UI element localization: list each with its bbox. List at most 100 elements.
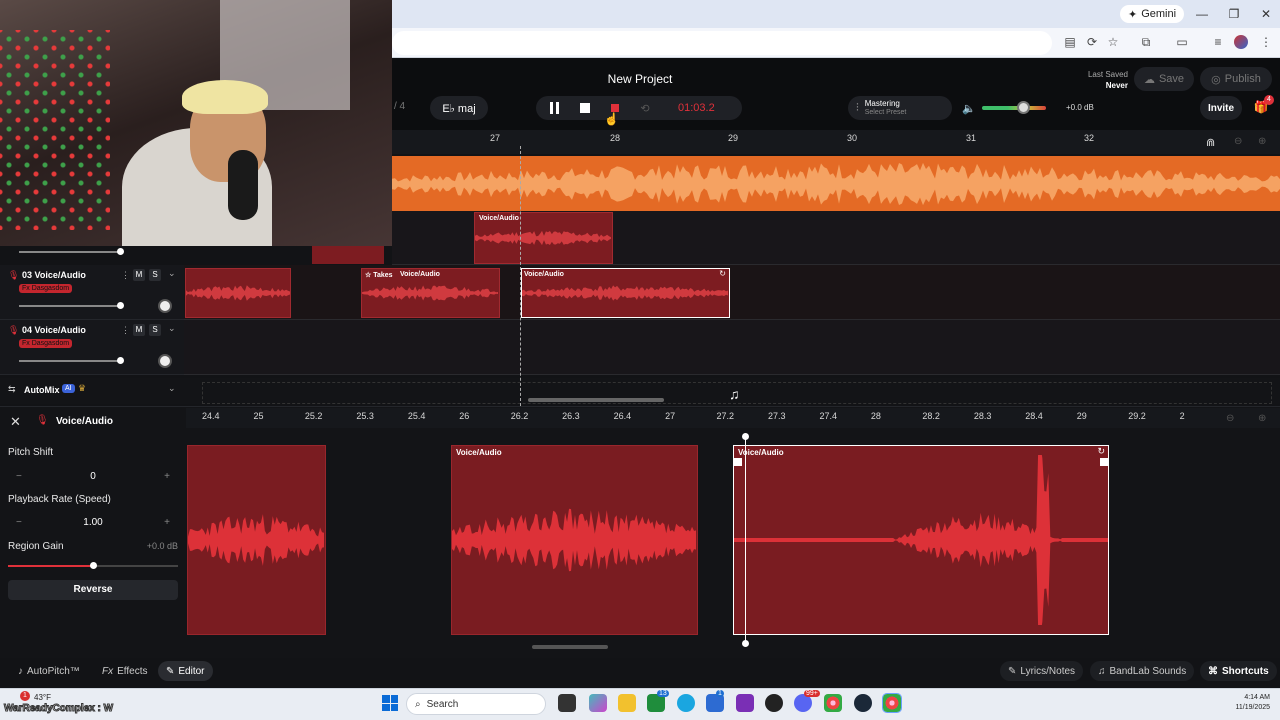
- shortcuts-button[interactable]: ⌘ Shortcuts: [1200, 661, 1277, 681]
- track-name[interactable]: 03 Voice/Audio: [22, 270, 86, 280]
- pause-button[interactable]: [544, 97, 566, 119]
- close-window-button[interactable]: ✕: [1254, 5, 1278, 23]
- solo-button[interactable]: S: [149, 269, 161, 281]
- takes-region[interactable]: ☆ Takes Voice/Audio: [361, 268, 500, 318]
- bandlab-sounds-button[interactable]: ♫ BandLab Sounds: [1090, 661, 1195, 681]
- chevron-down-icon[interactable]: ⌄: [168, 268, 176, 279]
- file-explorer-icon[interactable]: [618, 694, 636, 712]
- track-2-region-stub[interactable]: [312, 246, 384, 264]
- selected-editor-region[interactable]: Voice/Audio ↻: [733, 445, 1109, 635]
- pan-knob[interactable]: [158, 299, 172, 313]
- pitch-shift-stepper[interactable]: − 0 +: [8, 466, 178, 486]
- screenshot-icon[interactable]: ⟳: [1084, 34, 1100, 50]
- region-gain-handle[interactable]: [90, 562, 97, 569]
- publish-button[interactable]: ◎ Publish: [1200, 67, 1272, 91]
- time-signature[interactable]: / 4: [394, 101, 405, 112]
- taskbar-search[interactable]: ⌕ Search: [406, 693, 546, 715]
- cast-icon[interactable]: ▭: [1174, 34, 1190, 50]
- speaker-icon[interactable]: 🔈: [962, 102, 976, 115]
- edge-icon[interactable]: [677, 694, 695, 712]
- extensions-icon[interactable]: ⧉: [1138, 34, 1154, 50]
- minimize-button[interactable]: —: [1190, 5, 1214, 23]
- track-name[interactable]: 04 Voice/Audio: [22, 325, 86, 335]
- chrome-active-icon[interactable]: [882, 693, 902, 713]
- weather-temp[interactable]: 43°F: [34, 693, 51, 702]
- obs-icon[interactable]: [765, 694, 783, 712]
- plus-icon[interactable]: +: [164, 471, 170, 482]
- zoom-in-icon[interactable]: ⊕: [1258, 136, 1266, 147]
- zoom-in-icon[interactable]: ⊕: [1258, 413, 1266, 424]
- close-editor-icon[interactable]: ✕: [10, 414, 21, 430]
- editor-ruler[interactable]: 24.4 25 25.2 25.3 25.4 26 26.2 26.3 26.4 27 27.2 27…: [186, 408, 1280, 428]
- orange-audio-region[interactable]: [392, 156, 1280, 211]
- track-volume-handle[interactable]: [117, 302, 124, 309]
- plus-icon[interactable]: +: [164, 517, 170, 528]
- chevron-down-icon[interactable]: ⌄: [168, 323, 176, 334]
- track-menu-icon[interactable]: ⋮: [121, 270, 130, 281]
- editor-scrollbar[interactable]: [532, 645, 608, 649]
- effects-tab[interactable]: Fx Effects: [94, 661, 156, 681]
- reverse-button[interactable]: Reverse: [8, 580, 178, 600]
- minus-icon[interactable]: −: [16, 517, 22, 528]
- system-clock[interactable]: 4:14 AM 11/19/2025: [1200, 693, 1270, 713]
- profile-avatar[interactable]: [1234, 35, 1248, 49]
- instagram-icon[interactable]: [736, 694, 754, 712]
- steam-icon[interactable]: [854, 694, 872, 712]
- chrome-icon[interactable]: [824, 694, 842, 712]
- loop-icon[interactable]: ⟲: [634, 97, 656, 119]
- task-view-icon[interactable]: [558, 694, 576, 712]
- track-volume-handle[interactable]: [117, 248, 124, 255]
- track-volume-slider[interactable]: [19, 360, 119, 362]
- voice-audio-region[interactable]: [185, 268, 291, 318]
- copilot-icon[interactable]: [589, 694, 607, 712]
- autopitch-tab[interactable]: ♪ AutoPitch™: [10, 661, 88, 681]
- reader-icon[interactable]: ▤: [1062, 34, 1078, 50]
- track-header-04[interactable]: 🎙 04 Voice/Audio ⋮ M S ⌄ Fx Dasgasdom: [0, 320, 184, 375]
- editor-region[interactable]: [187, 445, 326, 635]
- weather-alert-icon[interactable]: 1: [20, 691, 30, 701]
- loop-region-icon[interactable]: ↻: [719, 269, 726, 278]
- media-icon[interactable]: ≡: [1210, 34, 1226, 50]
- pan-knob[interactable]: [158, 354, 172, 368]
- playback-rate-stepper[interactable]: − 1.00 +: [8, 512, 178, 532]
- zoom-out-icon[interactable]: ⊖: [1226, 413, 1234, 424]
- voice-audio-region[interactable]: Voice/Audio: [474, 212, 613, 264]
- restore-button[interactable]: ❐: [1222, 5, 1246, 23]
- mute-button[interactable]: M: [133, 324, 145, 336]
- more-menu-icon[interactable]: ⋮: [1258, 34, 1274, 50]
- track-volume-handle[interactable]: [117, 357, 124, 364]
- gemini-button[interactable]: ✦ Gemini: [1120, 5, 1185, 23]
- solo-button[interactable]: S: [149, 324, 161, 336]
- timeline-scrollbar[interactable]: [528, 398, 664, 402]
- track-volume-slider[interactable]: [19, 251, 119, 253]
- track-volume-slider[interactable]: [19, 305, 119, 307]
- bookmark-star-icon[interactable]: ☆: [1105, 34, 1121, 50]
- editor-tab[interactable]: ✎ Editor: [158, 661, 213, 681]
- lyrics-notes-button[interactable]: ✎ Lyrics/Notes: [1000, 661, 1084, 681]
- selected-voice-region[interactable]: Voice/Audio ↻: [521, 268, 730, 318]
- mute-button[interactable]: M: [133, 269, 145, 281]
- fx-chip[interactable]: Fx Dasgasdom: [19, 284, 73, 293]
- track-header-03[interactable]: 🎙 03 Voice/Audio ⋮ M S ⌄ Fx Dasgasdom: [0, 265, 184, 320]
- track-menu-icon[interactable]: ⋮: [121, 325, 130, 336]
- chevron-down-icon[interactable]: ⌄: [168, 383, 176, 394]
- timeline-ruler[interactable]: 27 28 29 30 31 32: [392, 130, 1280, 154]
- stop-button[interactable]: [574, 97, 596, 119]
- key-selector[interactable]: E♭ maj: [430, 96, 488, 120]
- invite-button[interactable]: Invite: [1200, 96, 1242, 120]
- magnet-icon[interactable]: ⋒: [1206, 136, 1215, 149]
- minus-icon[interactable]: −: [16, 471, 22, 482]
- playhead-line[interactable]: [520, 146, 521, 406]
- editor-playhead[interactable]: [745, 436, 746, 644]
- playhead-handle[interactable]: [742, 433, 749, 440]
- automix-label[interactable]: AutoMix: [24, 385, 60, 395]
- mastering-button[interactable]: ⫶ Mastering Select Preset: [848, 96, 952, 120]
- fx-chip[interactable]: Fx Dasgasdom: [19, 339, 73, 348]
- save-button[interactable]: ☁ Save: [1134, 67, 1194, 91]
- volume-slider-handle[interactable]: [1017, 101, 1030, 114]
- address-bar[interactable]: [392, 31, 1052, 55]
- windows-start-icon[interactable]: [382, 695, 398, 711]
- master-volume-slider[interactable]: [982, 106, 1046, 110]
- playhead-handle[interactable]: [742, 640, 749, 647]
- editor-region[interactable]: Voice/Audio: [451, 445, 698, 635]
